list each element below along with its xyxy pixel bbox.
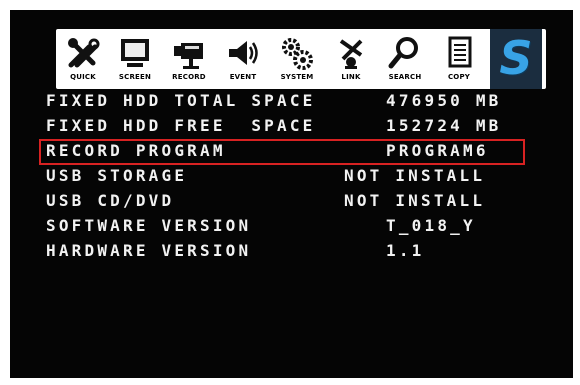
tab-label: LINK [341,73,361,81]
row-value: 152724 MB [386,116,502,135]
row-value: T_018_Y [386,216,476,235]
tools-icon [68,38,100,68]
tab-label: SCREEN [118,73,152,81]
document-copy-icon [448,36,472,68]
tab-link[interactable]: LINK [328,29,374,89]
status-icon: S [499,31,533,85]
magnifier-icon [388,37,418,69]
network-link-icon [339,39,363,69]
alarm-speaker-icon [229,41,258,65]
tab-search[interactable]: SEARCH [382,29,428,89]
row-hardware-version: HARDWARE VERSION 1.1 [46,241,526,263]
row-label: RECORD PROGRAM [46,141,226,160]
row-label: FIXED HDD FREE SPACE [46,116,316,135]
row-label: SOFTWARE VERSION [46,216,252,235]
row-label: FIXED HDD TOTAL SPACE [46,91,316,110]
row-value: NOT INSTALL [344,166,486,185]
tab-record[interactable]: RECORD [166,29,212,89]
row-hdd-free: FIXED HDD FREE SPACE 152724 MB [46,116,526,138]
tab-label: EVENT [229,73,257,81]
row-value: NOT INSTALL [344,191,486,210]
row-label: USB STORAGE [46,166,188,185]
row-label: HARDWARE VERSION [46,241,252,260]
tab-label: SEARCH [388,73,422,81]
tab-label: RECORD [172,73,206,81]
tab-label: COPY [447,73,471,81]
camera-icon [174,43,203,69]
row-label: USB CD/DVD [46,191,175,210]
row-software-version: SOFTWARE VERSION T_018_Y [46,216,526,238]
tab-screen[interactable]: SCREEN [112,29,158,89]
row-usb-cddvd: USB CD/DVD NOT INSTALL [46,191,526,213]
row-value: 1.1 [386,241,425,260]
gears-icon [282,38,313,70]
row-hdd-total: FIXED HDD TOTAL SPACE 476950 MB [46,91,526,113]
row-record-program[interactable]: RECORD PROGRAM PROGRAM6 [39,139,525,165]
row-value: 476950 MB [386,91,502,110]
tab-status[interactable]: S [490,29,542,89]
tab-quick[interactable]: QUICK [60,29,106,89]
row-usb-storage: USB STORAGE NOT INSTALL [46,166,526,188]
monitor-icon [121,39,149,67]
tab-system[interactable]: SYSTEM [274,29,320,89]
dvr-screen: QUICK SCREEN RECORD EVENT SYSTEM LINK SE… [10,10,573,378]
tab-label: SYSTEM [280,73,314,81]
row-value: PROGRAM6 [386,141,489,160]
menu-toolbar: QUICK SCREEN RECORD EVENT SYSTEM LINK SE… [56,29,546,89]
tab-event[interactable]: EVENT [220,29,266,89]
tab-label: QUICK [70,73,96,81]
tab-copy[interactable]: COPY [436,29,482,89]
